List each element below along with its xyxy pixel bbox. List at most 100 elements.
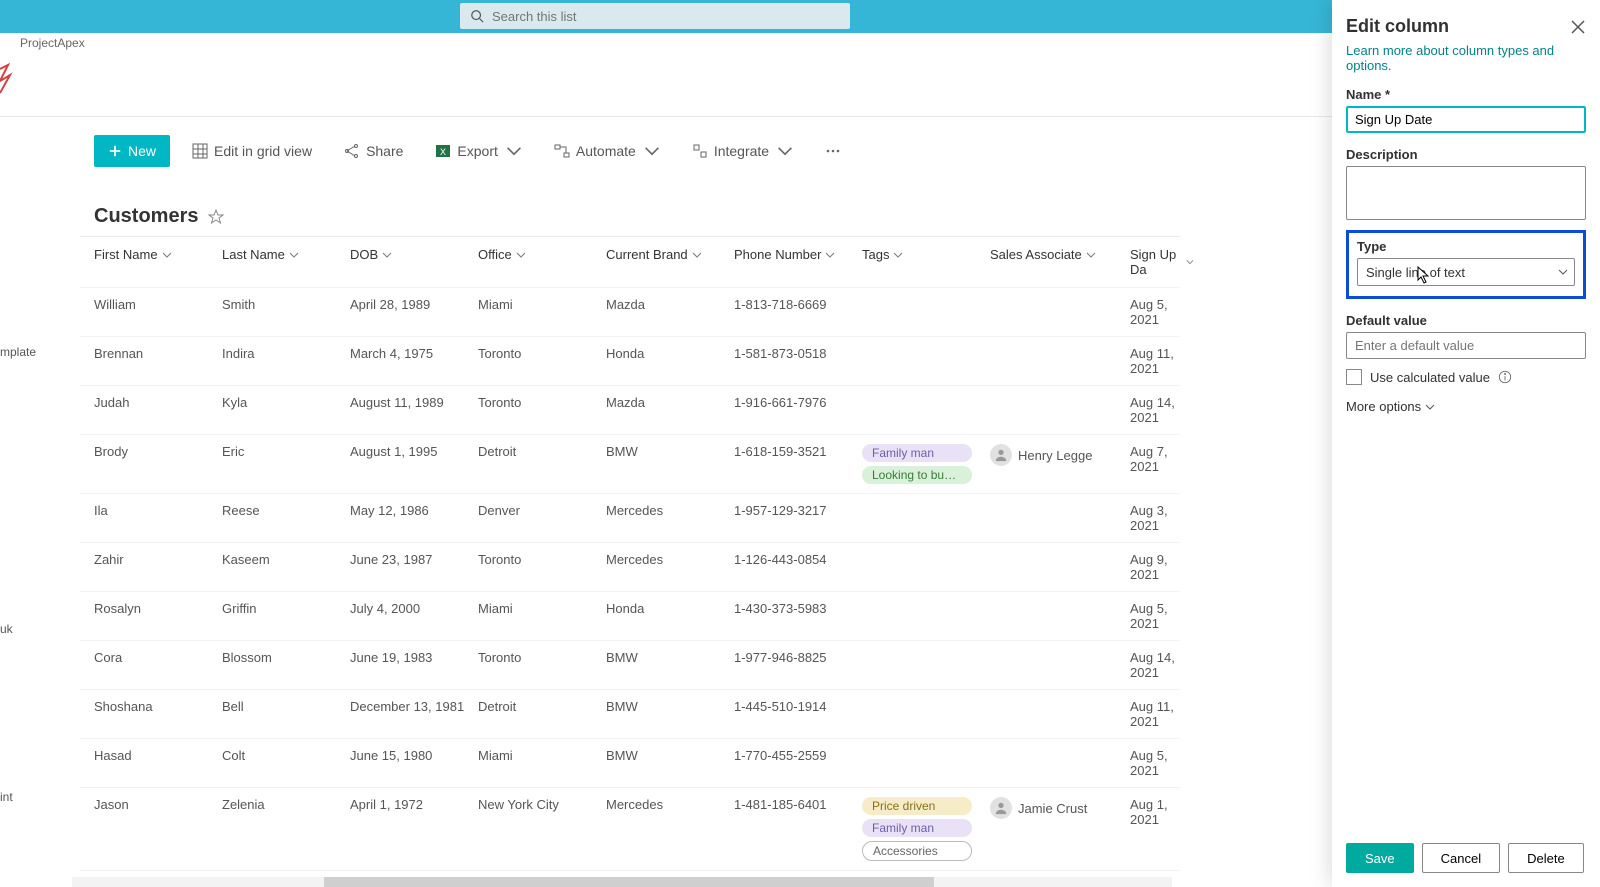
table-cell: Griffin	[222, 601, 350, 616]
column-header[interactable]: Sales Associate	[990, 247, 1130, 262]
star-icon[interactable]	[208, 209, 224, 225]
table-cell: Hasad	[94, 748, 222, 763]
tag-pill: Family man	[862, 819, 972, 837]
table-cell: Kyla	[222, 395, 350, 410]
panel-footer: Save Cancel Delete	[1346, 833, 1586, 887]
table-row[interactable]: WilliamSmithApril 28, 1989MiamiMazda1-81…	[80, 288, 1180, 337]
date-cell: Aug 1, 2021	[1130, 797, 1194, 827]
panel-title: Edit column	[1346, 16, 1449, 37]
edit-column-panel: Edit column Learn more about column type…	[1332, 0, 1600, 887]
table-cell: July 4, 2000	[350, 601, 478, 616]
edit-grid-button[interactable]: Edit in grid view	[182, 135, 322, 167]
integrate-button[interactable]: Integrate	[682, 135, 803, 167]
table-row[interactable]: BrodyEricAugust 1, 1995DetroitBMW1-618-1…	[80, 435, 1180, 494]
table-cell: August 11, 1989	[350, 395, 478, 410]
date-cell: Aug 9, 2021	[1130, 552, 1194, 582]
table-cell: Detroit	[478, 699, 606, 714]
chevron-down-icon	[516, 250, 526, 260]
table-cell: Detroit	[478, 444, 606, 459]
table-cell: December 13, 1981	[350, 699, 478, 714]
close-icon[interactable]	[1570, 19, 1586, 35]
table-row[interactable]: HasadColtJune 15, 1980MiamiBMW1-770-455-…	[80, 739, 1180, 788]
search-input[interactable]	[492, 9, 840, 24]
new-button[interactable]: New	[94, 135, 170, 167]
date-cell: Aug 11, 2021	[1130, 699, 1194, 729]
table-cell: June 15, 1980	[350, 748, 478, 763]
table-cell: April 1, 1972	[350, 797, 478, 812]
chevron-down-icon	[1186, 257, 1194, 267]
table-cell: Colt	[222, 748, 350, 763]
more-options-toggle[interactable]: More options	[1346, 399, 1586, 414]
chevron-down-icon	[692, 250, 702, 260]
column-header[interactable]: Current Brand	[606, 247, 734, 262]
table-cell: Shoshana	[94, 699, 222, 714]
name-label: Name *	[1346, 87, 1586, 102]
calculated-value-row[interactable]: Use calculated value	[1346, 369, 1586, 385]
associate-cell: Henry Legge	[990, 444, 1130, 466]
share-icon	[344, 143, 360, 159]
associate-cell: Jamie Crust	[990, 797, 1130, 819]
table-cell: 1-618-159-3521	[734, 444, 862, 459]
column-header[interactable]: Office	[478, 247, 606, 262]
tag-pill: Family man	[862, 444, 972, 462]
delete-button[interactable]: Delete	[1508, 843, 1584, 873]
default-value-label: Default value	[1346, 313, 1586, 328]
cancel-button[interactable]: Cancel	[1422, 843, 1500, 873]
table-cell: Toronto	[478, 346, 606, 361]
table-cell: BMW	[606, 444, 734, 459]
search-box[interactable]	[460, 3, 850, 29]
learn-more-link[interactable]: Learn more about column types and option…	[1346, 43, 1586, 73]
default-value-input[interactable]	[1346, 332, 1586, 359]
share-button[interactable]: Share	[334, 135, 413, 167]
type-highlight: Type Single line of text	[1346, 230, 1586, 299]
table-cell: Kaseem	[222, 552, 350, 567]
table-cell: 1-977-946-8825	[734, 650, 862, 665]
table-row[interactable]: IlaReeseMay 12, 1986DenverMercedes1-957-…	[80, 494, 1180, 543]
chevron-down-icon	[382, 250, 392, 260]
overflow-button[interactable]	[815, 135, 851, 167]
date-cell: Aug 11, 2021	[1130, 346, 1194, 376]
column-header[interactable]: Phone Number	[734, 247, 862, 262]
table-cell: Indira	[222, 346, 350, 361]
table-row[interactable]: ZahirKaseemJune 23, 1987TorontoMercedes1…	[80, 543, 1180, 592]
column-header[interactable]: DOB	[350, 247, 478, 262]
tags-cell: Family manLooking to buy s…	[862, 444, 990, 484]
date-cell: Aug 3, 2021	[1130, 503, 1194, 533]
column-header[interactable]: Sign Up Da	[1130, 247, 1194, 277]
column-header[interactable]: Last Name	[222, 247, 350, 262]
table-cell: Blossom	[222, 650, 350, 665]
table-cell: 1-770-455-2559	[734, 748, 862, 763]
table-cell: 1-813-718-6669	[734, 297, 862, 312]
table-cell: August 1, 1995	[350, 444, 478, 459]
chevron-down-icon	[644, 143, 660, 159]
table-cell: Toronto	[478, 552, 606, 567]
search-icon	[470, 9, 484, 23]
type-dropdown[interactable]: Single line of text	[1357, 258, 1575, 286]
name-input[interactable]	[1346, 106, 1586, 133]
chevron-down-icon	[506, 143, 522, 159]
column-header[interactable]: Tags	[862, 247, 990, 262]
table-cell: 1-445-510-1914	[734, 699, 862, 714]
table-row[interactable]: CoraBlossomJune 19, 1983TorontoBMW1-977-…	[80, 641, 1180, 690]
calculated-checkbox[interactable]	[1346, 369, 1362, 385]
scrollbar-thumb[interactable]	[324, 877, 934, 887]
table-row[interactable]: ShoshanaBellDecember 13, 1981DetroitBMW1…	[80, 690, 1180, 739]
save-button[interactable]: Save	[1346, 843, 1414, 873]
automate-button[interactable]: Automate	[544, 135, 670, 167]
info-icon[interactable]	[1498, 370, 1512, 384]
table-cell: Brody	[94, 444, 222, 459]
chevron-down-icon	[893, 250, 903, 260]
description-input[interactable]	[1346, 166, 1586, 220]
horizontal-scrollbar[interactable]	[72, 877, 1172, 887]
table-cell: Rosalyn	[94, 601, 222, 616]
column-header[interactable]: First Name	[94, 247, 222, 262]
table-row[interactable]: JasonZeleniaApril 1, 1972New York CityMe…	[80, 788, 1180, 871]
table-cell: Mazda	[606, 395, 734, 410]
table-row[interactable]: JudahKylaAugust 11, 1989TorontoMazda1-91…	[80, 386, 1180, 435]
export-button[interactable]: X Export	[425, 135, 531, 167]
flow-icon	[554, 143, 570, 159]
table-row[interactable]: BrennanIndiraMarch 4, 1975TorontoHonda1-…	[80, 337, 1180, 386]
chevron-down-icon	[162, 250, 172, 260]
table-row[interactable]: RosalynGriffinJuly 4, 2000MiamiHonda1-43…	[80, 592, 1180, 641]
table-cell: Miami	[478, 601, 606, 616]
